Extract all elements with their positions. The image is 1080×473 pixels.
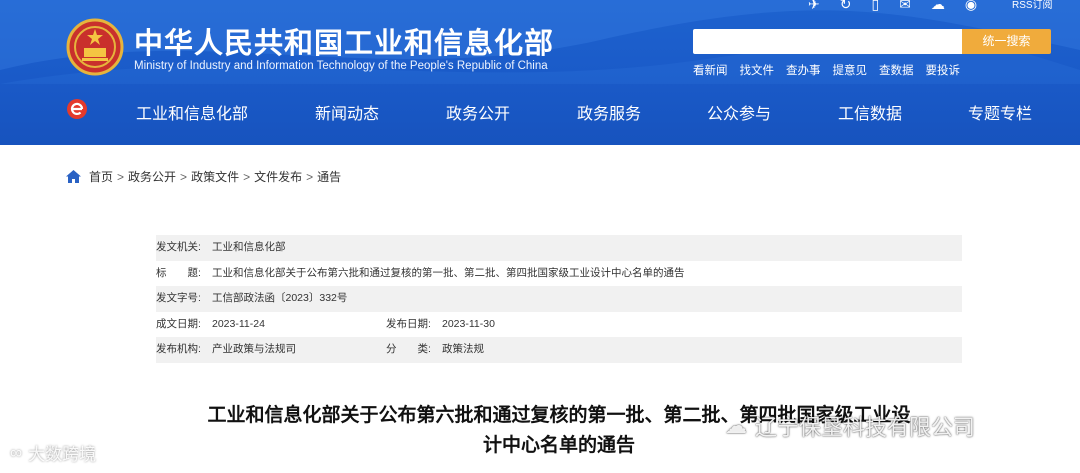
meta-row-doc-no: 发文字号: 工信部政法函〔2023〕332号 xyxy=(156,286,962,312)
document-metadata-table: 发文机关: 工业和信息化部 标 题: 工业和信息化部关于公布第六批和通过复核的第… xyxy=(156,235,962,363)
nav-item-miit[interactable]: 工业和信息化部 xyxy=(136,100,248,124)
refresh-icon[interactable]: ↻ xyxy=(840,0,852,11)
nav-item-public[interactable]: 公众参与 xyxy=(707,100,771,124)
breadcrumb-separator: > xyxy=(117,169,125,184)
breadcrumb-separator: > xyxy=(180,169,188,184)
created-value: 2023-11-24 xyxy=(212,317,265,330)
breadcrumb-notice[interactable]: 通告 xyxy=(317,168,341,185)
title-label: 标 题: xyxy=(156,266,201,279)
breadcrumb-home[interactable]: 首页 xyxy=(89,168,113,185)
quick-link-complaint[interactable]: 要投诉 xyxy=(926,62,961,78)
nav-item-topics[interactable]: 专题专栏 xyxy=(968,100,1032,124)
nav-item-news[interactable]: 新闻动态 xyxy=(315,100,379,124)
breadcrumb-separator: > xyxy=(243,169,251,184)
created-label: 成文日期: xyxy=(156,317,201,330)
category-value: 政策法规 xyxy=(442,343,484,356)
meta-row-dates: 成文日期: 2023-11-24 发布日期: 2023-11-30 xyxy=(156,312,962,338)
e-logo-icon[interactable] xyxy=(66,98,88,120)
nav-item-gov-open[interactable]: 政务公开 xyxy=(446,100,510,124)
search-button[interactable]: 统一搜索 xyxy=(962,29,1051,54)
site-title-cn[interactable]: 中华人民共和国工业和信息化部 xyxy=(134,20,554,62)
published-value: 2023-11-30 xyxy=(442,317,495,330)
breadcrumb-policy[interactable]: 政策文件 xyxy=(191,168,239,185)
bird-icon[interactable]: ✈ xyxy=(808,0,820,11)
site-title-en: Ministry of Industry and Information Tec… xyxy=(134,60,548,72)
wechat-icon[interactable]: ☁ xyxy=(931,0,945,11)
main-nav: 工业和信息化部 新闻动态 政务公开 政务服务 公众参与 工信数据 专题专栏 xyxy=(0,86,1080,132)
issuer-label: 发文机关: xyxy=(156,241,201,253)
breadcrumb-release[interactable]: 文件发布 xyxy=(254,168,302,185)
national-emblem-icon xyxy=(66,18,124,76)
quick-link-news[interactable]: 看新闻 xyxy=(693,62,728,78)
home-icon xyxy=(66,170,81,183)
weibo-icon[interactable]: ◉ xyxy=(965,0,977,11)
meta-row-org: 发布机构: 产业政策与法规司 分 类: 政策法规 xyxy=(156,337,962,363)
breadcrumb-separator: > xyxy=(306,169,314,184)
top-icon-bar: ✈ ↻ ▯ ✉ ☁ ◉ xyxy=(808,0,977,14)
breadcrumb: 首页 > 政务公开 > 政策文件 > 文件发布 > 通告 xyxy=(66,168,341,185)
watermark-right-text: 辽宁保垦科技有限公司 xyxy=(755,415,976,440)
wechat-watermark-icon: ☁ xyxy=(725,413,747,438)
title-value: 工业和信息化部关于公布第六批和通过复核的第一批、第二批、第四批国家级工业设计中心… xyxy=(212,266,685,279)
quick-link-feedback[interactable]: 提意见 xyxy=(833,62,868,78)
watermark-left-text: 大数跨境 xyxy=(28,445,97,464)
nav-item-data[interactable]: 工信数据 xyxy=(838,100,902,124)
quick-links: 看新闻 找文件 查办事 提意见 查数据 要投诉 xyxy=(693,62,960,78)
nav-item-gov-service[interactable]: 政务服务 xyxy=(577,100,641,124)
breadcrumb-gov-open[interactable]: 政务公开 xyxy=(128,168,176,185)
quick-link-data[interactable]: 查数据 xyxy=(879,62,914,78)
doc-no-label: 发文字号: xyxy=(156,292,201,305)
watermark-right: ☁ 辽宁保垦科技有限公司 xyxy=(725,410,975,442)
meta-row-issuer: 发文机关: 工业和信息化部 xyxy=(156,235,962,261)
issuer-value: 工业和信息化部 xyxy=(212,241,286,253)
published-label: 发布日期: xyxy=(386,317,431,330)
watermark-left: ∞ 大数跨境 xyxy=(10,440,96,465)
site-header: 中华人民共和国工业和信息化部 Ministry of Industry and … xyxy=(0,0,1080,145)
watermark-logo-icon: ∞ xyxy=(10,442,23,462)
category-label: 分 类: xyxy=(386,343,431,356)
doc-no-value: 工信部政法函〔2023〕332号 xyxy=(212,292,348,305)
quick-link-services[interactable]: 查办事 xyxy=(786,62,821,78)
quick-link-files[interactable]: 找文件 xyxy=(740,62,775,78)
meta-row-title: 标 题: 工业和信息化部关于公布第六批和通过复核的第一批、第二批、第四批国家级工… xyxy=(156,261,962,287)
org-label: 发布机构: xyxy=(156,343,201,356)
search-input[interactable] xyxy=(693,29,963,54)
rss-link[interactable]: RSS订阅 xyxy=(1012,0,1053,11)
mobile-icon[interactable]: ▯ xyxy=(871,0,879,11)
org-value: 产业政策与法规司 xyxy=(212,343,296,356)
mail-icon[interactable]: ✉ xyxy=(899,0,911,11)
